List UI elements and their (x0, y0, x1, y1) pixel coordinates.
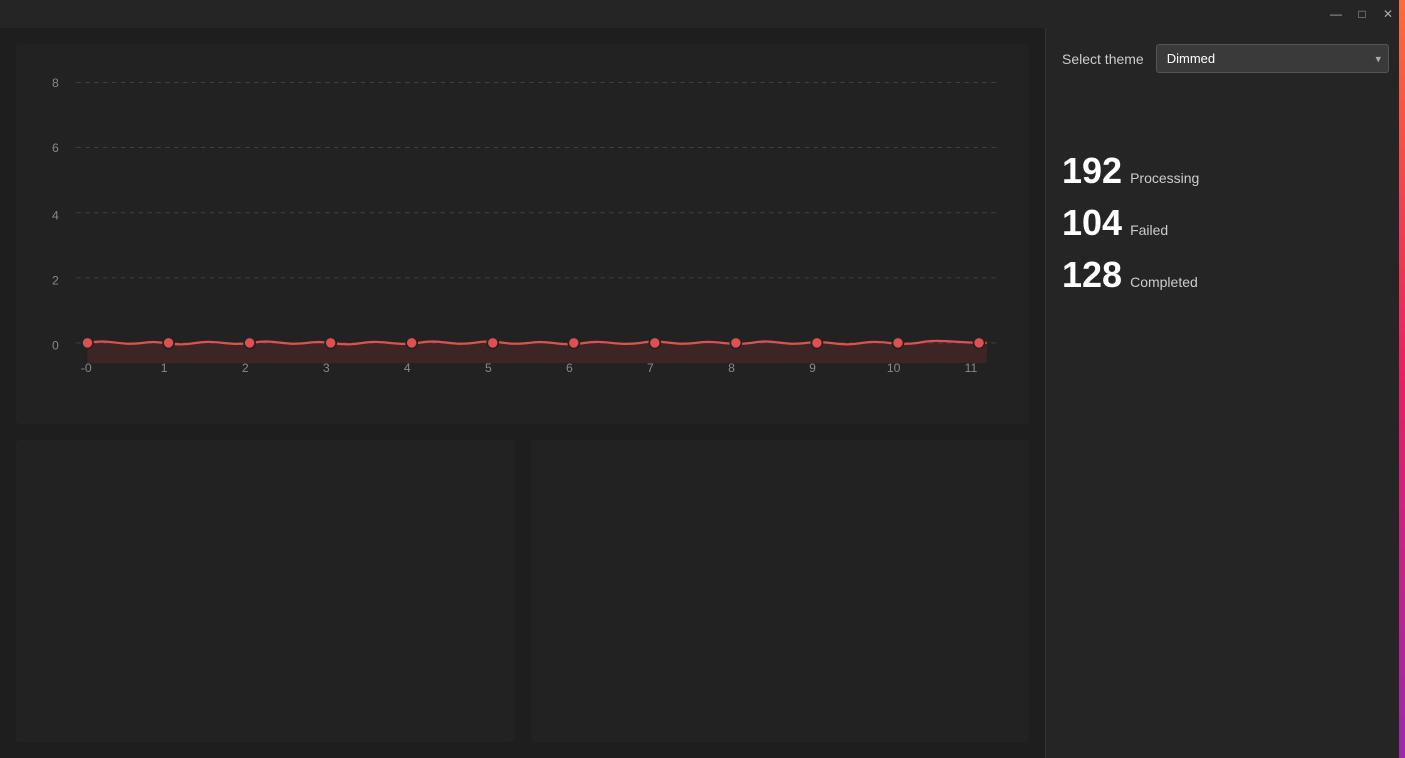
stat-row-processing: 192 Processing (1062, 153, 1389, 189)
x-label-9: 9 (809, 361, 816, 375)
chart-container: 8 6 4 2 0 (16, 44, 1029, 424)
stat-label-processing: Processing (1130, 170, 1199, 186)
dot-4 (406, 337, 417, 348)
dot-1 (163, 337, 174, 348)
dot-10 (892, 337, 903, 348)
dot-0 (82, 337, 93, 348)
maximize-button[interactable]: □ (1353, 5, 1371, 23)
dot-3 (325, 337, 336, 348)
stat-number-processing: 192 (1062, 153, 1122, 189)
dot-11 (973, 337, 984, 348)
y-label-8: 8 (52, 76, 59, 90)
y-label-4: 4 (52, 208, 59, 222)
stat-label-completed: Completed (1130, 274, 1198, 290)
x-label-11: 11 (965, 361, 978, 375)
bottom-panel-left (16, 440, 515, 742)
dot-5 (487, 337, 498, 348)
content-area: 8 6 4 2 0 (0, 28, 1405, 758)
theme-select[interactable]: Light Dark Dimmed High Contrast (1156, 44, 1389, 73)
right-sidebar: Select theme Light Dark Dimmed High Cont… (1045, 28, 1405, 758)
dot-6 (568, 337, 579, 348)
stat-number-completed: 128 (1062, 257, 1122, 293)
main-window: — □ ✕ 8 6 4 2 0 (0, 0, 1405, 758)
stat-row-failed: 104 Failed (1062, 205, 1389, 241)
stat-number-failed: 104 (1062, 205, 1122, 241)
x-label-2: 2 (242, 361, 249, 375)
x-label-1: 1 (161, 361, 168, 375)
main-chart: 8 6 4 2 0 (32, 60, 1009, 408)
theme-row: Select theme Light Dark Dimmed High Cont… (1062, 44, 1389, 73)
stat-label-failed: Failed (1130, 222, 1168, 238)
dot-9 (811, 337, 822, 348)
x-label-6: 6 (566, 361, 573, 375)
x-label-3: 3 (323, 361, 330, 375)
y-label-2: 2 (52, 273, 59, 287)
y-label-0: 0 (52, 339, 59, 353)
dot-7 (649, 337, 660, 348)
x-label-7: 7 (647, 361, 654, 375)
main-panel: 8 6 4 2 0 (0, 28, 1045, 758)
x-label-5: 5 (485, 361, 492, 375)
bottom-panel-right (531, 440, 1030, 742)
minimize-button[interactable]: — (1327, 5, 1345, 23)
close-button[interactable]: ✕ (1379, 5, 1397, 23)
x-label-0: -0 (81, 361, 92, 375)
stats-section: 192 Processing 104 Failed 128 Completed (1062, 153, 1389, 293)
right-accent-bar (1399, 28, 1405, 758)
x-label-10: 10 (887, 361, 901, 375)
bottom-panels (16, 440, 1029, 742)
dot-8 (730, 337, 741, 348)
stat-row-completed: 128 Completed (1062, 257, 1389, 293)
theme-label: Select theme (1062, 51, 1144, 67)
x-label-8: 8 (728, 361, 735, 375)
x-label-4: 4 (404, 361, 411, 375)
title-bar: — □ ✕ (0, 0, 1405, 28)
dot-2 (244, 337, 255, 348)
theme-select-wrapper: Light Dark Dimmed High Contrast ▾ (1156, 44, 1389, 73)
y-label-6: 6 (52, 141, 59, 155)
